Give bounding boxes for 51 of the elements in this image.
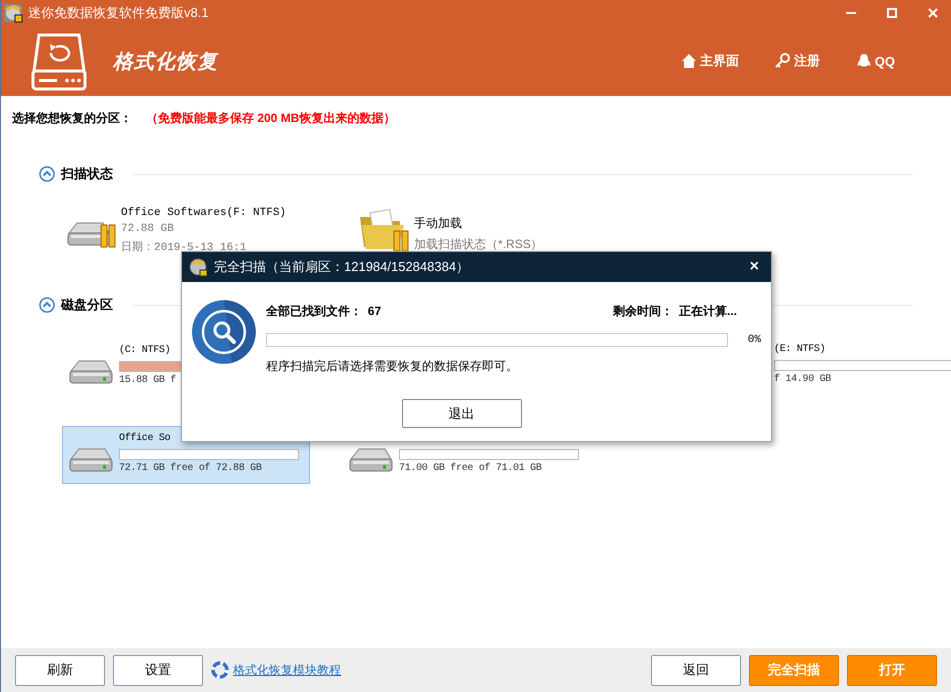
partition-item[interactable]: (E: NTFS) f 14.90 GB — [774, 338, 951, 396]
free-space: 15.88 GB f — [119, 375, 178, 386]
exit-button[interactable]: 退出 — [402, 399, 522, 428]
partition-prompt: 选择您想恢复的分区： — [12, 110, 132, 127]
app-icon — [188, 257, 208, 277]
section-title: 磁盘分区 — [61, 296, 113, 314]
files-found-count: 67 — [368, 304, 382, 318]
dialog-title: 完全扫描（当前扇区：121984/152848384） — [214, 258, 470, 276]
nav-link[interactable]: 主界面 — [680, 52, 739, 70]
free-space: 72.71 GB free of 72.88 GB — [119, 463, 263, 474]
load-subtitle: 加载扫描状态（*.RSS） — [414, 236, 543, 253]
section-title: 扫描状态 — [61, 165, 113, 183]
collapse-icon[interactable] — [39, 297, 55, 313]
partition-name: Office So — [119, 433, 172, 446]
close-icon — [928, 8, 938, 18]
scan-item[interactable]: 手动加载 加载扫描状态（*.RSS） — [358, 207, 543, 254]
collapse-icon[interactable] — [39, 166, 55, 182]
minimize-icon — [846, 12, 856, 14]
lifebuoy-icon — [211, 661, 229, 679]
files-found-label: 全部已找到文件： — [266, 303, 362, 320]
hard-drive-icon — [29, 31, 89, 91]
page-title: 格式化恢复 — [113, 50, 220, 74]
window-title: 迷你免数据恢复软件免费版v8.1 — [28, 4, 210, 22]
key-icon — [774, 53, 791, 69]
progress-percent: 0% — [748, 334, 761, 346]
scan-date: 日期：2019-5-13 16:1 — [121, 240, 248, 254]
toolbar-button[interactable]: 设置 — [113, 654, 203, 686]
toolbar-button[interactable]: 刷新 — [15, 654, 105, 686]
close-button[interactable]: × — [744, 258, 765, 276]
scan-item[interactable]: Office Softwares(F: NTFS) 72.88 GB 日期：2019-5-13 16:1 — [65, 207, 286, 254]
search-icon — [192, 300, 256, 364]
free-version-notice: （免费版能最多保存 200 MB恢复出来的数据） — [146, 110, 396, 127]
home-icon — [680, 53, 697, 69]
scan-size: 72.88 GB — [121, 223, 175, 235]
time-remaining-label: 剩余时间： — [612, 303, 673, 320]
free-space: 71.00 GB free of 71.01 GB — [399, 463, 543, 474]
scan-name: Office Softwares(F: NTFS) — [121, 207, 286, 219]
partition-name: (E: NTFS) — [774, 344, 826, 357]
partition-item[interactable]: 71.00 GB free of 71.01 GB — [342, 426, 590, 484]
tutorial-link[interactable]: 格式化恢复模块教程 — [233, 662, 341, 678]
nav-link[interactable]: 注册 — [774, 52, 820, 70]
free-space: f 14.90 GB — [774, 374, 832, 385]
maximize-icon — [887, 8, 897, 18]
load-title: 手动加载 — [414, 215, 464, 232]
time-remaining-value: 正在计算... — [678, 303, 737, 320]
penguin-icon — [856, 53, 872, 69]
nav-link[interactable]: QQ — [856, 52, 895, 70]
partition-name: (C: NTFS) — [119, 345, 172, 358]
toolbar-button[interactable]: 返回 — [651, 654, 741, 686]
status-message: 程序扫描完后请选择需要恢复的数据保存即可。 — [266, 358, 519, 375]
app-icon — [3, 3, 23, 23]
